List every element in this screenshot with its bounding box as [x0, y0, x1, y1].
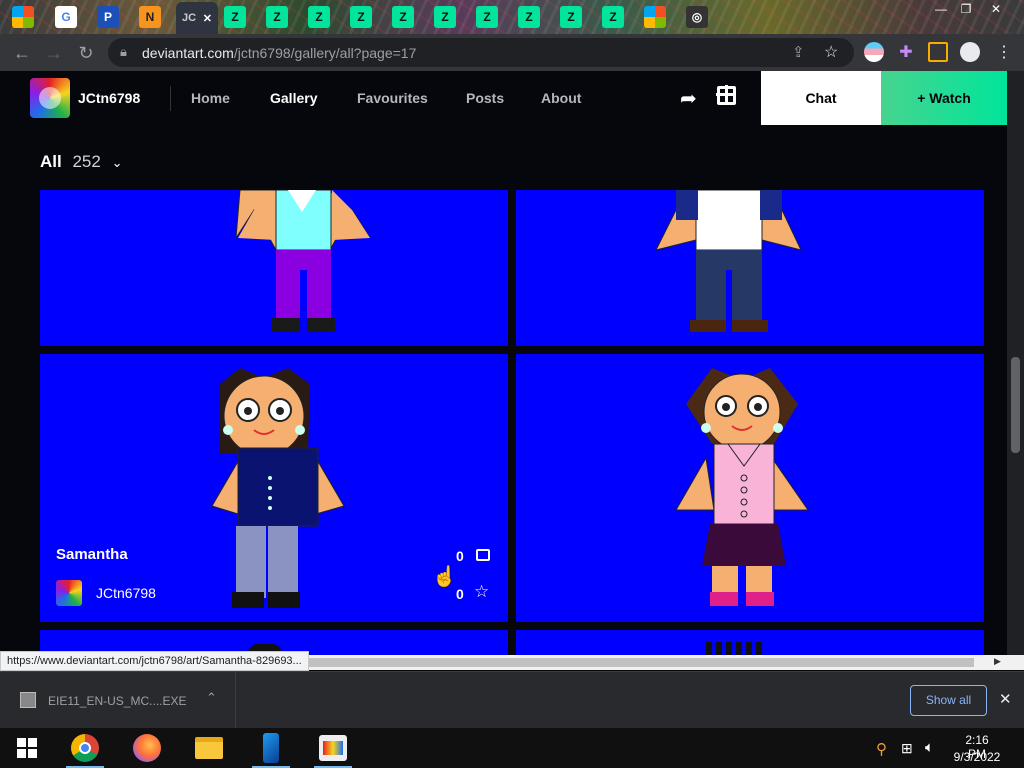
tab-icon-ng[interactable]: N — [139, 6, 161, 28]
tab-icon-microsoft[interactable] — [644, 6, 666, 28]
tab-active-label: JC — [182, 12, 197, 24]
nav-favourites[interactable]: Favourites — [357, 90, 428, 106]
comment-count: 0 — [456, 548, 464, 564]
nav-divider — [170, 86, 171, 111]
tab-icon-deviantart[interactable]: Z — [560, 6, 582, 28]
tab-icon-deviantart[interactable]: Z — [434, 6, 456, 28]
tab-icon-deviantart[interactable]: Z — [518, 6, 540, 28]
character-illustration — [235, 190, 371, 332]
tab-icon-deviantart[interactable]: Z — [392, 6, 414, 28]
artwork-title[interactable]: Samantha — [56, 546, 128, 563]
bookmark-star-icon[interactable]: ☆ — [824, 42, 838, 62]
nav-home[interactable]: Home — [191, 90, 230, 106]
artwork-author[interactable]: JCtn6798 — [96, 585, 156, 601]
extensions-icon[interactable]: ✚ — [896, 42, 916, 62]
restore-icon[interactable]: ❐ — [955, 2, 977, 18]
gallery-thumbnail[interactable] — [516, 190, 984, 346]
scroll-right-arrow-icon[interactable]: ▶ — [994, 656, 1001, 667]
tab-icon-windows[interactable] — [12, 6, 34, 28]
browser-toolbar: ← → ↻ 🔒︎ deviantart.com/jctn6798/gallery… — [0, 34, 1024, 71]
site-header: JCtn6798 Home Gallery Favourites Posts A… — [0, 71, 1007, 125]
character-illustration — [675, 368, 809, 606]
tab-icon-google[interactable]: G — [55, 6, 77, 28]
firefox-icon[interactable] — [122, 728, 172, 768]
tab-close-icon[interactable]: ✕ — [203, 12, 212, 25]
tab-icon-deviantart[interactable]: Z — [308, 6, 330, 28]
download-shelf: EIE11_EN-US_MC....EXE ⌃ Show all ✕ — [0, 671, 1024, 728]
menu-kebab-icon[interactable]: ⋮ — [994, 42, 1014, 62]
exe-file-icon — [20, 692, 36, 708]
filter-count: 252 — [72, 152, 101, 171]
share-profile-icon[interactable]: ➦ — [680, 86, 697, 111]
gallery-filter[interactable]: All 252 ⌄ — [40, 152, 122, 172]
watch-button[interactable]: + Watch — [881, 71, 1007, 125]
gift-icon[interactable] — [716, 85, 736, 105]
author-avatar[interactable] — [56, 580, 82, 606]
tab-icon-deviantart[interactable]: Z — [602, 6, 624, 28]
download-file-name: EIE11_EN-US_MC....EXE — [48, 694, 187, 708]
minimize-icon[interactable]: — — [930, 2, 952, 18]
url-path: /jctn6798/gallery/all?page=17 — [233, 45, 417, 61]
tab-active[interactable]: JC ✕ — [176, 2, 218, 34]
profile-flag-icon[interactable] — [864, 42, 884, 62]
address-bar[interactable]: 🔒︎ deviantart.com/jctn6798/gallery/all?p… — [108, 38, 854, 67]
windows-taskbar: ⚲ ⊞ 🔈︎ 2:16 PM 9/3/2022 — [0, 728, 1024, 768]
show-all-button[interactable]: Show all — [910, 685, 987, 716]
close-shelf-icon[interactable]: ✕ — [999, 690, 1012, 708]
user-avatar-logo[interactable] — [30, 78, 70, 118]
cursor-hand-icon: ☝ — [432, 566, 457, 588]
star-icon[interactable]: ☆ — [474, 582, 489, 602]
lock-icon[interactable]: 🔒︎ — [120, 44, 127, 60]
filter-label: All — [40, 152, 62, 171]
chrome-icon[interactable] — [60, 728, 110, 768]
chat-button[interactable]: Chat — [761, 71, 881, 125]
avatar-icon[interactable] — [960, 42, 980, 62]
gallery-thumbnail[interactable] — [516, 630, 984, 655]
clock-date[interactable]: 9/3/2022 — [950, 750, 1004, 764]
search-magnifier-icon[interactable]: ⚲ — [876, 740, 887, 758]
header-username[interactable]: JCtn6798 — [78, 90, 140, 106]
close-window-icon[interactable]: ✕ — [985, 2, 1007, 18]
status-bar-url: https://www.deviantart.com/jctn6798/art/… — [0, 651, 309, 671]
forward-icon[interactable]: → — [44, 43, 64, 63]
gallery-thumbnail[interactable] — [516, 354, 984, 622]
volume-icon[interactable]: 🔈︎ — [925, 739, 934, 756]
start-windows-icon[interactable] — [2, 728, 52, 768]
sidepanel-icon[interactable] — [928, 42, 948, 62]
chevron-down-icon: ⌄ — [111, 155, 123, 170]
favourite-count: 0 — [456, 586, 464, 602]
comment-icon[interactable] — [476, 549, 490, 561]
share-icon[interactable]: ⇪ — [792, 43, 805, 61]
chevron-up-icon[interactable]: ⌃ — [206, 690, 217, 706]
tab-icon-github[interactable]: ◎ — [686, 6, 708, 28]
tab-icon-deviantart[interactable]: Z — [266, 6, 288, 28]
nav-about[interactable]: About — [541, 90, 581, 106]
paint-app-icon[interactable] — [308, 728, 358, 768]
network-icon[interactable]: ⊞ — [901, 740, 913, 757]
gallery-thumbnail[interactable] — [40, 190, 508, 346]
reload-icon[interactable]: ↻ — [76, 43, 96, 63]
url-host: deviantart.com — [142, 45, 234, 61]
vertical-scrollbar[interactable] — [1007, 71, 1024, 655]
url-text[interactable]: deviantart.com/jctn6798/gallery/all?page… — [142, 45, 416, 61]
download-item[interactable]: EIE11_EN-US_MC....EXE ⌃ — [0, 672, 236, 728]
tab-icon-pa[interactable]: P — [97, 6, 119, 28]
tab-icon-deviantart[interactable]: Z — [476, 6, 498, 28]
back-icon[interactable]: ← — [12, 43, 32, 63]
character-illustration — [655, 190, 802, 332]
file-explorer-icon[interactable] — [184, 728, 234, 768]
nav-posts[interactable]: Posts — [466, 90, 504, 106]
nav-gallery[interactable]: Gallery — [270, 90, 317, 106]
tab-icon-deviantart[interactable]: Z — [224, 6, 246, 28]
tab-icon-deviantart[interactable]: Z — [350, 6, 372, 28]
browser-tabstrip: G P N JC ✕ Z Z Z Z Z Z Z Z Z Z ◎ — ❐ ✕ — [0, 0, 1024, 34]
vertical-scrollbar-thumb[interactable] — [1011, 357, 1020, 453]
phone-app-icon[interactable] — [246, 728, 296, 768]
gallery-thumbnail-samantha[interactable]: Samantha 0 JCtn6798 0 ☆ ☝ — [40, 354, 508, 622]
